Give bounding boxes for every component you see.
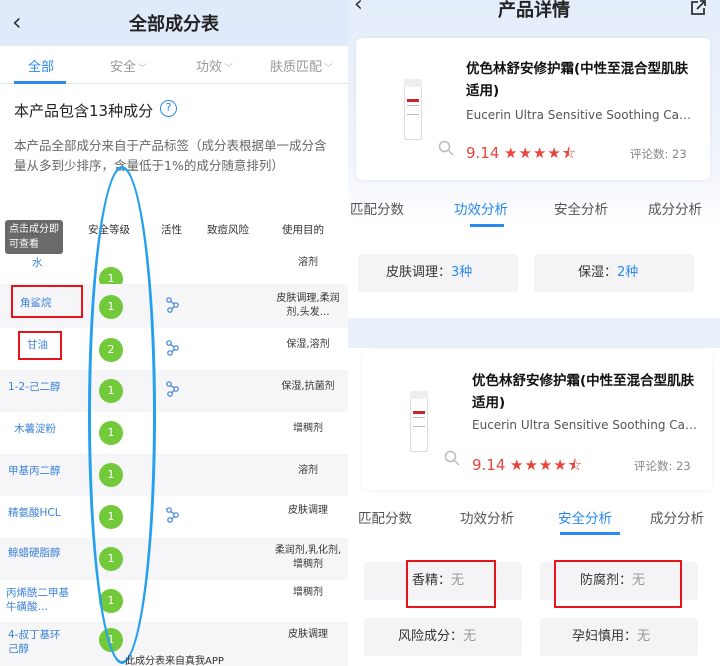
highlight-box xyxy=(18,331,62,360)
usage-purpose: 皮肤调理,柔润剂,头发… xyxy=(276,293,340,318)
product-score: 9.14 xyxy=(472,456,506,474)
tab-all[interactable]: 全部 xyxy=(28,56,54,75)
efficacy-value: 2种 xyxy=(617,265,639,280)
section-divider xyxy=(348,318,720,348)
efficacy-value: 3种 xyxy=(451,265,473,280)
product-score: 9.14 xyxy=(466,144,500,162)
table-row[interactable]: 甲基丙二醇 1 溶剂 xyxy=(0,454,348,496)
table-row[interactable]: 水 1 溶剂 xyxy=(0,246,348,291)
table-row[interactable]: 木薯淀粉 1 增稠剂 xyxy=(0,412,348,454)
tab-ingredient-analysis[interactable]: 成分分析 xyxy=(648,198,702,218)
efficacy-moisturizing[interactable]: 保湿：2种 xyxy=(534,254,694,292)
usage-purpose: 皮肤调理 xyxy=(288,505,328,516)
tab-skin-match-label: 肤质匹配 xyxy=(270,60,323,75)
column-header-purpose: 使用目的 xyxy=(282,224,324,236)
review-count[interactable]: 评论数: 23 xyxy=(634,458,691,474)
product-card[interactable]: 优色林舒安修护霜(中性至混合型肌肤适用) Eucerin Ultra Sensi… xyxy=(356,38,710,180)
product-english-name: Eucerin Ultra Sensitive Soothing Ca… xyxy=(466,108,692,122)
efficacy-skin-conditioning[interactable]: 皮肤调理：3种 xyxy=(358,254,518,292)
usage-purpose: 柔润剂,乳化剂,增稠剂 xyxy=(274,545,342,570)
tab-match-score[interactable]: 匹配分数 xyxy=(350,198,404,218)
tab-efficacy-label: 功效 xyxy=(196,60,223,75)
chevron-down-icon: ﹀ xyxy=(324,64,334,74)
molecule-icon xyxy=(166,297,179,313)
star-rating: ★★★★⯪ xyxy=(504,144,577,162)
usage-purpose: 保湿,溶剂 xyxy=(286,339,330,350)
tab-ingredient-analysis[interactable]: 成分分析 xyxy=(650,507,704,527)
ingredient-name[interactable]: 水 xyxy=(32,256,43,270)
usage-purpose: 溶剂 xyxy=(298,257,318,268)
product-english-name: Eucerin Ultra Sensitive Soothing Ca… xyxy=(472,418,698,432)
safety-value: 无 xyxy=(463,629,477,644)
ingredient-source-description: 本产品全部成分来自于产品标签（成分表根据单一成分含量从多到少排序，含量低于1%的… xyxy=(14,138,327,173)
ingredient-name[interactable]: 鲸蜡硬脂醇 xyxy=(8,546,61,560)
share-icon[interactable] xyxy=(688,0,708,18)
tab-efficacy-analysis[interactable]: 功效分析 xyxy=(454,198,508,218)
molecule-icon xyxy=(166,507,179,523)
efficacy-label: 保湿： xyxy=(578,265,618,280)
product-detail-screen: ‹ 产品详情 优色林舒安修护霜(中性至混合型肌肤适用) Eucerin Ultr… xyxy=(348,0,720,666)
usage-purpose: 增稠剂 xyxy=(293,423,323,434)
product-image xyxy=(404,79,422,140)
annotation-ellipse xyxy=(88,166,156,664)
ingredient-name[interactable]: 木薯淀粉 xyxy=(14,422,56,436)
highlight-box xyxy=(406,560,496,608)
active-tab-indicator xyxy=(14,81,66,84)
molecule-icon xyxy=(166,381,179,397)
highlight-box xyxy=(554,560,682,608)
usage-purpose: 溶剂 xyxy=(298,465,318,476)
table-row[interactable]: 丙烯酰二甲基牛磺酸… 1 增稠剂 xyxy=(0,580,348,622)
header-bar: 全部成分表 ‹ xyxy=(0,0,348,46)
safety-value: 无 xyxy=(637,629,651,644)
product-image xyxy=(410,391,428,452)
safety-label: 孕妇慎用： xyxy=(572,629,638,644)
usage-purpose: 皮肤调理 xyxy=(288,629,328,640)
chevron-down-icon: ﹀ xyxy=(138,64,148,74)
ingredient-name[interactable]: 甲基丙二醇 xyxy=(8,464,61,478)
question-circle-icon[interactable]: ? xyxy=(160,100,177,117)
star-rating: ★★★★⯪ xyxy=(510,456,583,474)
active-tab-indicator xyxy=(560,532,620,535)
ingredient-name[interactable]: 4-叔丁基环己醇 xyxy=(8,628,68,656)
table-row[interactable]: 精氨酸HCL 1 皮肤调理 xyxy=(0,496,348,538)
tab-efficacy[interactable]: 功效 ﹀ xyxy=(196,56,233,75)
safety-pregnancy-caution[interactable]: 孕妇慎用：无 xyxy=(540,618,698,656)
tab-skin-match[interactable]: 肤质匹配 ﹀ xyxy=(270,56,333,75)
highlight-box xyxy=(11,285,83,318)
page-title: 产品详情 xyxy=(498,0,570,21)
product-name: 优色林舒安修护霜(中性至混合型肌肤适用) xyxy=(466,61,689,99)
ingredient-name[interactable]: 精氨酸HCL xyxy=(8,506,61,520)
tab-safety-analysis[interactable]: 安全分析 xyxy=(558,507,612,527)
source-footer: 此成分表来自真我APP xyxy=(125,656,224,666)
efficacy-label: 皮肤调理： xyxy=(386,265,452,280)
filter-tabs: 全部 安全 ﹀ 功效 ﹀ 肤质匹配 ﹀ xyxy=(0,50,348,84)
tab-safety-label: 安全 xyxy=(110,60,137,75)
page-title: 全部成分表 xyxy=(129,14,219,35)
search-icon[interactable] xyxy=(444,450,460,466)
molecule-icon xyxy=(166,340,179,356)
product-card[interactable]: 优色林舒安修护霜(中性至混合型肌肤适用) Eucerin Ultra Sensi… xyxy=(362,350,712,490)
chevron-down-icon: ﹀ xyxy=(224,64,234,74)
safety-risk-ingredients[interactable]: 风险成分：无 xyxy=(364,618,522,656)
product-name: 优色林舒安修护霜(中性至混合型肌肤适用) xyxy=(472,373,695,411)
active-tab-indicator xyxy=(470,224,504,227)
column-header-activity: 活性 xyxy=(161,224,182,236)
table-row[interactable]: 1-2-己二醇 1 保湿,抗菌剂 xyxy=(0,370,348,412)
tab-safety[interactable]: 安全 ﹀ xyxy=(110,56,147,75)
search-icon[interactable] xyxy=(438,140,454,156)
back-arrow-icon[interactable]: ‹ xyxy=(12,8,22,36)
ingredient-list-screen: 全部成分表 ‹ 全部 安全 ﹀ 功效 ﹀ 肤质匹配 ﹀ 本产品包含13种成分 ? 本产… xyxy=(0,0,348,666)
tab-match-score[interactable]: 匹配分数 xyxy=(358,507,412,527)
usage-purpose: 增稠剂 xyxy=(293,587,323,598)
usage-purpose: 保湿,抗菌剂 xyxy=(281,381,335,392)
column-header-acne-risk: 致痘风险 xyxy=(207,224,249,236)
tab-safety-analysis[interactable]: 安全分析 xyxy=(554,198,608,218)
ingredient-name[interactable]: 丙烯酰二甲基牛磺酸… xyxy=(6,586,70,614)
ingredient-count: 本产品包含13种成分 xyxy=(14,102,154,120)
table-row[interactable]: 鲸蜡硬脂醇 1 柔润剂,乳化剂,增稠剂 xyxy=(0,538,348,580)
safety-label: 风险成分： xyxy=(398,629,464,644)
tab-efficacy-analysis[interactable]: 功效分析 xyxy=(460,507,514,527)
ingredient-name[interactable]: 1-2-己二醇 xyxy=(8,380,60,394)
review-count[interactable]: 评论数: 23 xyxy=(630,146,687,162)
